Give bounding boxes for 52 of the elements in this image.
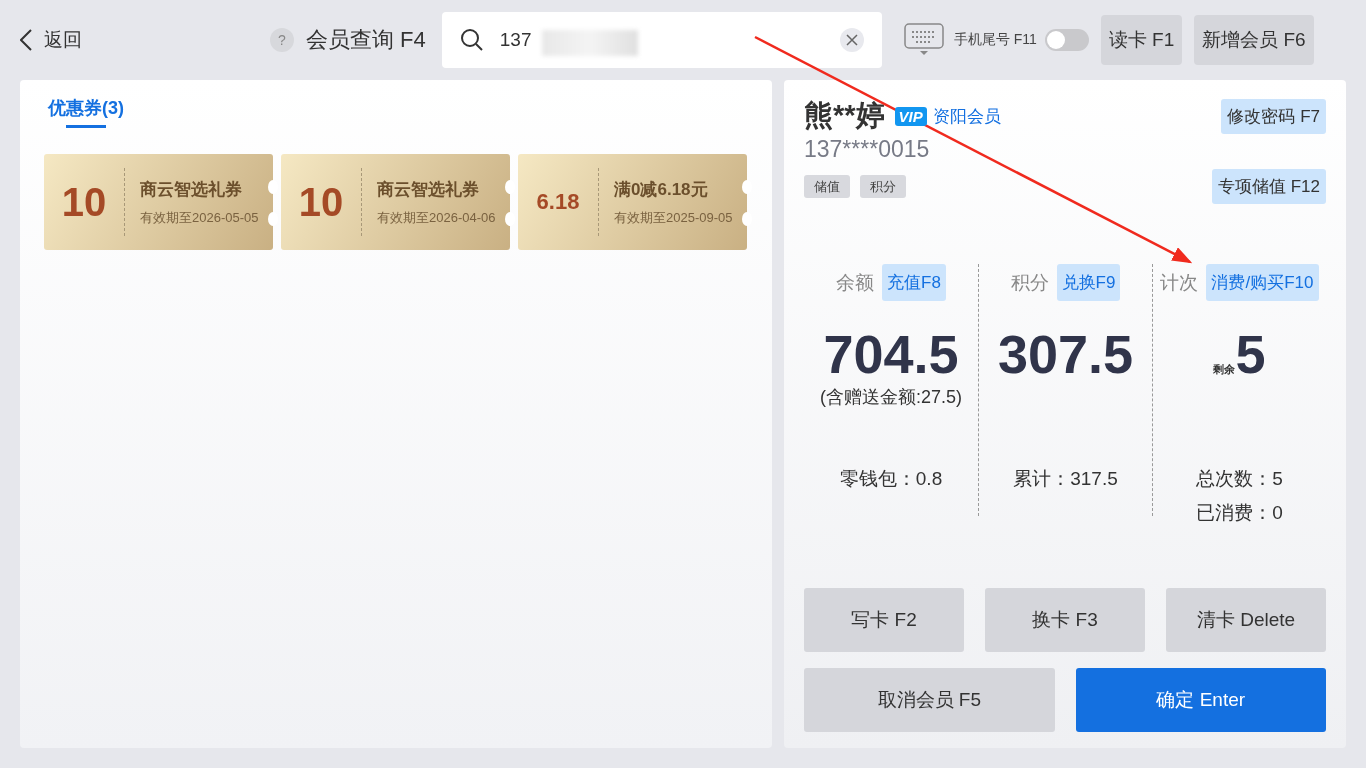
search-icon <box>459 28 484 52</box>
coupon-name: 商云智选礼券 <box>140 178 243 201</box>
stat-detail: 累计：317.5 <box>1013 467 1118 491</box>
back-button[interactable]: 返回 <box>20 27 82 53</box>
stat-detail: 已消费：0 <box>1196 501 1283 525</box>
stat-label: 余额 <box>836 270 875 295</box>
search-field[interactable]: 137 <box>441 12 882 68</box>
action-button[interactable]: 换卡 F3 <box>985 588 1145 652</box>
stat-action-button[interactable]: 充值F8 <box>882 264 946 301</box>
back-icon <box>20 29 32 51</box>
clear-button[interactable] <box>839 28 864 52</box>
member-name: 熊**婷 <box>804 98 885 133</box>
change-password-button[interactable]: 修改密码 F7 <box>1221 98 1326 134</box>
stat-detail: 零钱包：0.8 <box>839 467 943 491</box>
special-deposit-button[interactable]: 专项储值 F12 <box>1211 169 1326 204</box>
coupon-name: 商云智选礼券 <box>377 178 480 201</box>
coupon-tab[interactable]: 优惠券(3) <box>44 92 128 128</box>
action-button[interactable]: 写卡 F2 <box>804 588 964 652</box>
action-button[interactable]: 取消会员 F5 <box>804 668 1055 732</box>
vip-badge: VIP <box>894 106 927 126</box>
coupon-expiry: 有效期至2026-04-06 <box>377 208 496 227</box>
coupon-amount: 6.18 <box>535 189 581 215</box>
stat-action-button[interactable]: 消费/购买F10 <box>1206 264 1319 301</box>
stat-label: 积分 <box>1010 270 1049 295</box>
stat-action-button[interactable]: 兑换F9 <box>1056 264 1121 301</box>
ticket-notch <box>742 212 752 226</box>
close-icon <box>845 34 858 46</box>
toggle-label: 手机尾号 F11 <box>953 31 1037 49</box>
coupon-amount: 10 <box>60 179 108 225</box>
member-tag: 积分 <box>860 175 906 198</box>
member-group: 资阳会员 <box>932 104 1001 128</box>
stat-label: 计次 <box>1160 270 1199 295</box>
header-button[interactable]: 读卡 F1 <box>1100 15 1183 65</box>
action-button[interactable]: 清卡 Delete <box>1166 588 1326 652</box>
search-input[interactable]: 137 <box>499 29 536 51</box>
stat-value: 307.5 <box>997 323 1134 385</box>
toggle-switch[interactable] <box>1044 29 1089 51</box>
stat-value: 704.5 <box>823 323 959 385</box>
member-tag: 储值 <box>804 175 850 198</box>
page-title: 会员查询 F4 <box>306 26 426 54</box>
member-phone: 137****0015 <box>804 136 931 163</box>
coupon-expiry: 有效期至2025-09-05 <box>614 208 733 227</box>
stat-note: (含赠送金额:27.5) <box>820 386 962 409</box>
action-button[interactable]: 确定 Enter <box>1075 668 1326 732</box>
keyboard-icon[interactable] <box>903 23 944 57</box>
coupon-amount: 10 <box>297 179 345 225</box>
stat-detail: 总次数：5 <box>1196 467 1283 491</box>
stat-value: 5 <box>1235 323 1266 385</box>
stat-prefix: 剩余 <box>1213 363 1236 377</box>
header-button[interactable]: 新增会员 F6 <box>1194 15 1314 65</box>
coupon-expiry: 有效期至2026-05-05 <box>140 208 259 227</box>
coupon-name: 满0减6.18元 <box>614 178 709 201</box>
